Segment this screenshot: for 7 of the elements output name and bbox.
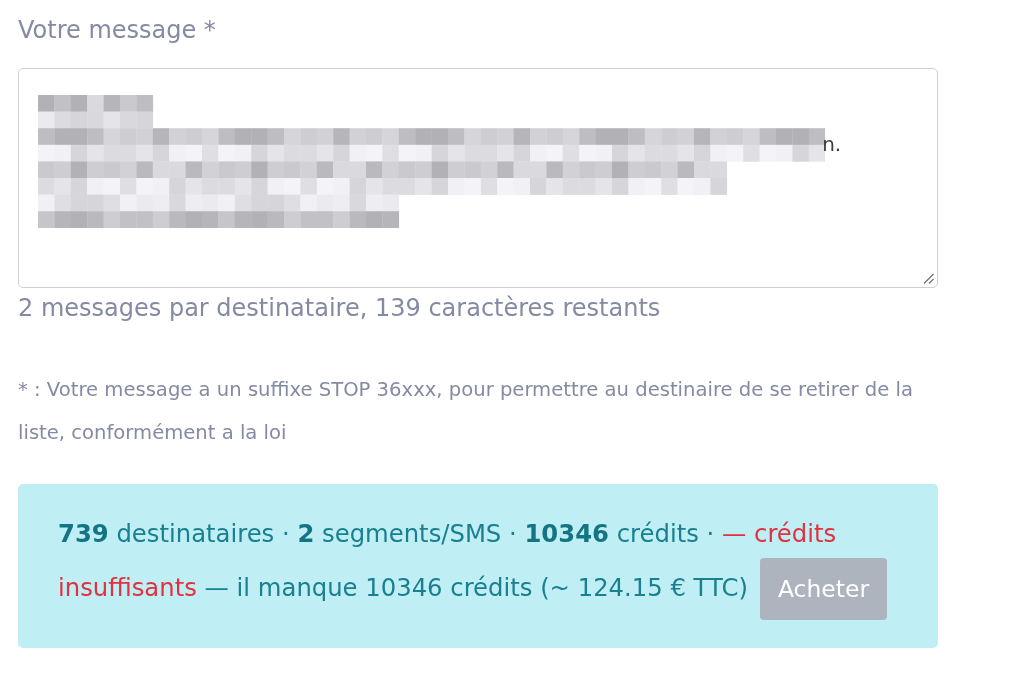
footnote: * : Votre message a un suffixe STOP 36xxx, pour permettre au destinaire de se retirer de la liste, conformément a la loi [18, 377, 914, 446]
credit-summary: 739 destinataires · 2 segments/SMS · 10346 crédits · — crédits insuffisants — il manque 10346 crédits (~ 124.15 € TTC) Acheter [58, 510, 898, 620]
message-text-fragment: n. [822, 132, 842, 156]
message-textarea[interactable]: n. [18, 68, 938, 288]
resize-grip-icon[interactable] [923, 273, 934, 284]
field-label: Votre message * [18, 15, 217, 46]
character-counter: 2 messages par destinataire, 139 caractères restants [18, 293, 662, 324]
